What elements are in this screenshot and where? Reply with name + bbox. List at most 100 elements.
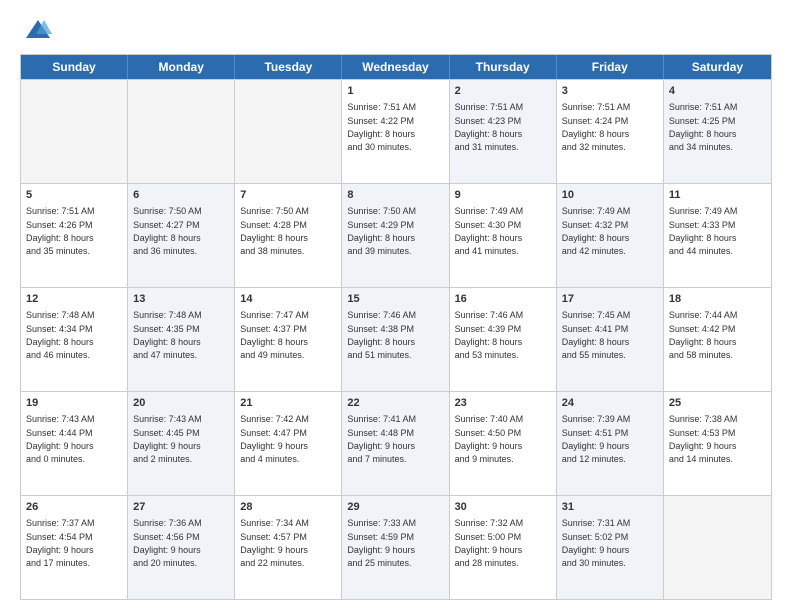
- header-day-thursday: Thursday: [450, 55, 557, 79]
- header-day-tuesday: Tuesday: [235, 55, 342, 79]
- day-number: 22: [347, 396, 443, 411]
- day-cell-14: 14 Sunrise: 7:47 AM Sunset: 4:37 PM Dayli…: [235, 288, 342, 391]
- day-cell-21: 21 Sunrise: 7:42 AM Sunset: 4:47 PM Dayli…: [235, 392, 342, 495]
- day-info: Sunrise: 7:49 AM Sunset: 4:32 PM Dayligh…: [562, 206, 631, 256]
- day-number: 27: [133, 500, 229, 515]
- day-cell-6: 6Sunrise: 7:50 AM Sunset: 4:27 PM Daylig…: [128, 184, 235, 287]
- day-number: 15: [347, 292, 443, 307]
- day-info: Sunrise: 7:45 AM Sunset: 4:41 PM Dayligh…: [562, 310, 631, 360]
- day-info: Sunrise: 7:51 AM Sunset: 4:26 PM Dayligh…: [26, 206, 95, 256]
- day-info: Sunrise: 7:51 AM Sunset: 4:23 PM Dayligh…: [455, 102, 524, 152]
- day-info: Sunrise: 7:41 AM Sunset: 4:48 PM Dayligh…: [347, 414, 416, 464]
- page-header: [20, 16, 772, 44]
- day-cell-11: 11Sunrise: 7:49 AM Sunset: 4:33 PM Dayli…: [664, 184, 771, 287]
- day-cell-17: 17 Sunrise: 7:45 AM Sunset: 4:41 PM Dayli…: [557, 288, 664, 391]
- day-cell-8: 8 Sunrise: 7:50 AM Sunset: 4:29 PM Daylig…: [342, 184, 449, 287]
- day-number: 28: [240, 500, 336, 515]
- day-info: Sunrise: 7:51 AM Sunset: 4:25 PM Dayligh…: [669, 102, 738, 152]
- day-number: 4: [669, 84, 766, 99]
- day-number: 8: [347, 188, 443, 203]
- day-cell-4: 4 Sunrise: 7:51 AM Sunset: 4:25 PM Daylig…: [664, 80, 771, 183]
- day-info: Sunrise: 7:48 AM Sunset: 4:35 PM Dayligh…: [133, 310, 202, 360]
- day-number: 23: [455, 396, 551, 411]
- day-info: Sunrise: 7:50 AM Sunset: 4:28 PM Dayligh…: [240, 206, 309, 256]
- day-number: 7: [240, 188, 336, 203]
- header-day-wednesday: Wednesday: [342, 55, 449, 79]
- calendar-row-5: 26 Sunrise: 7:37 AM Sunset: 4:54 PM Dayli…: [21, 495, 771, 599]
- day-cell-30: 30 Sunrise: 7:32 AM Sunset: 5:00 PM Dayli…: [450, 496, 557, 599]
- day-number: 12: [26, 292, 122, 307]
- empty-cell: [128, 80, 235, 183]
- day-number: 18: [669, 292, 766, 307]
- day-info: Sunrise: 7:34 AM Sunset: 4:57 PM Dayligh…: [240, 518, 309, 568]
- day-info: Sunrise: 7:38 AM Sunset: 4:53 PM Dayligh…: [669, 414, 738, 464]
- day-cell-15: 15 Sunrise: 7:46 AM Sunset: 4:38 PM Dayli…: [342, 288, 449, 391]
- day-number: 10: [562, 188, 658, 203]
- header-day-sunday: Sunday: [21, 55, 128, 79]
- day-cell-9: 9 Sunrise: 7:49 AM Sunset: 4:30 PM Daylig…: [450, 184, 557, 287]
- day-cell-25: 25 Sunrise: 7:38 AM Sunset: 4:53 PM Dayli…: [664, 392, 771, 495]
- logo: [20, 16, 52, 44]
- day-number: 29: [347, 500, 443, 515]
- empty-cell: [235, 80, 342, 183]
- day-number: 25: [669, 396, 766, 411]
- day-info: Sunrise: 7:49 AM Sunset: 4:33 PM Dayligh…: [669, 206, 738, 256]
- day-number: 17: [562, 292, 658, 307]
- day-cell-27: 27 Sunrise: 7:36 AM Sunset: 4:56 PM Dayli…: [128, 496, 235, 599]
- day-cell-22: 22 Sunrise: 7:41 AM Sunset: 4:48 PM Dayli…: [342, 392, 449, 495]
- day-info: Sunrise: 7:47 AM Sunset: 4:37 PM Dayligh…: [240, 310, 309, 360]
- day-cell-28: 28 Sunrise: 7:34 AM Sunset: 4:57 PM Dayli…: [235, 496, 342, 599]
- day-info: Sunrise: 7:50 AM Sunset: 4:27 PM Dayligh…: [133, 206, 202, 256]
- day-info: Sunrise: 7:49 AM Sunset: 4:30 PM Dayligh…: [455, 206, 524, 256]
- header-day-saturday: Saturday: [664, 55, 771, 79]
- day-cell-16: 16 Sunrise: 7:46 AM Sunset: 4:39 PM Dayli…: [450, 288, 557, 391]
- day-info: Sunrise: 7:44 AM Sunset: 4:42 PM Dayligh…: [669, 310, 738, 360]
- day-cell-18: 18 Sunrise: 7:44 AM Sunset: 4:42 PM Dayli…: [664, 288, 771, 391]
- day-number: 26: [26, 500, 122, 515]
- header-day-friday: Friday: [557, 55, 664, 79]
- calendar-row-1: 1 Sunrise: 7:51 AM Sunset: 4:22 PM Daylig…: [21, 79, 771, 183]
- day-number: 13: [133, 292, 229, 307]
- day-info: Sunrise: 7:46 AM Sunset: 4:39 PM Dayligh…: [455, 310, 524, 360]
- day-info: Sunrise: 7:42 AM Sunset: 4:47 PM Dayligh…: [240, 414, 309, 464]
- calendar-header: SundayMondayTuesdayWednesdayThursdayFrid…: [21, 55, 771, 79]
- day-cell-19: 19 Sunrise: 7:43 AM Sunset: 4:44 PM Dayli…: [21, 392, 128, 495]
- day-number: 21: [240, 396, 336, 411]
- day-info: Sunrise: 7:50 AM Sunset: 4:29 PM Dayligh…: [347, 206, 416, 256]
- day-info: Sunrise: 7:33 AM Sunset: 4:59 PM Dayligh…: [347, 518, 416, 568]
- day-info: Sunrise: 7:51 AM Sunset: 4:22 PM Dayligh…: [347, 102, 416, 152]
- day-info: Sunrise: 7:39 AM Sunset: 4:51 PM Dayligh…: [562, 414, 631, 464]
- day-info: Sunrise: 7:46 AM Sunset: 4:38 PM Dayligh…: [347, 310, 416, 360]
- day-info: Sunrise: 7:36 AM Sunset: 4:56 PM Dayligh…: [133, 518, 202, 568]
- calendar-body: 1 Sunrise: 7:51 AM Sunset: 4:22 PM Daylig…: [21, 79, 771, 599]
- header-day-monday: Monday: [128, 55, 235, 79]
- day-number: 2: [455, 84, 551, 99]
- day-info: Sunrise: 7:40 AM Sunset: 4:50 PM Dayligh…: [455, 414, 524, 464]
- day-cell-1: 1 Sunrise: 7:51 AM Sunset: 4:22 PM Daylig…: [342, 80, 449, 183]
- day-number: 1: [347, 84, 443, 99]
- day-number: 24: [562, 396, 658, 411]
- day-cell-29: 29 Sunrise: 7:33 AM Sunset: 4:59 PM Dayli…: [342, 496, 449, 599]
- day-number: 14: [240, 292, 336, 307]
- day-number: 30: [455, 500, 551, 515]
- day-cell-13: 13 Sunrise: 7:48 AM Sunset: 4:35 PM Dayli…: [128, 288, 235, 391]
- day-number: 16: [455, 292, 551, 307]
- day-number: 19: [26, 396, 122, 411]
- day-number: 9: [455, 188, 551, 203]
- day-cell-7: 7 Sunrise: 7:50 AM Sunset: 4:28 PM Daylig…: [235, 184, 342, 287]
- page-container: SundayMondayTuesdayWednesdayThursdayFrid…: [0, 0, 792, 612]
- day-info: Sunrise: 7:48 AM Sunset: 4:34 PM Dayligh…: [26, 310, 95, 360]
- calendar-row-2: 5Sunrise: 7:51 AM Sunset: 4:26 PM Daylig…: [21, 183, 771, 287]
- empty-cell: [21, 80, 128, 183]
- calendar-row-4: 19 Sunrise: 7:43 AM Sunset: 4:44 PM Dayli…: [21, 391, 771, 495]
- day-info: Sunrise: 7:37 AM Sunset: 4:54 PM Dayligh…: [26, 518, 95, 568]
- day-cell-3: 3Sunrise: 7:51 AM Sunset: 4:24 PM Daylig…: [557, 80, 664, 183]
- day-cell-10: 10 Sunrise: 7:49 AM Sunset: 4:32 PM Dayli…: [557, 184, 664, 287]
- day-number: 3: [562, 84, 658, 99]
- day-number: 31: [562, 500, 658, 515]
- day-info: Sunrise: 7:43 AM Sunset: 4:44 PM Dayligh…: [26, 414, 95, 464]
- day-cell-23: 23 Sunrise: 7:40 AM Sunset: 4:50 PM Dayli…: [450, 392, 557, 495]
- day-cell-2: 2 Sunrise: 7:51 AM Sunset: 4:23 PM Daylig…: [450, 80, 557, 183]
- day-info: Sunrise: 7:32 AM Sunset: 5:00 PM Dayligh…: [455, 518, 524, 568]
- day-cell-24: 24 Sunrise: 7:39 AM Sunset: 4:51 PM Dayli…: [557, 392, 664, 495]
